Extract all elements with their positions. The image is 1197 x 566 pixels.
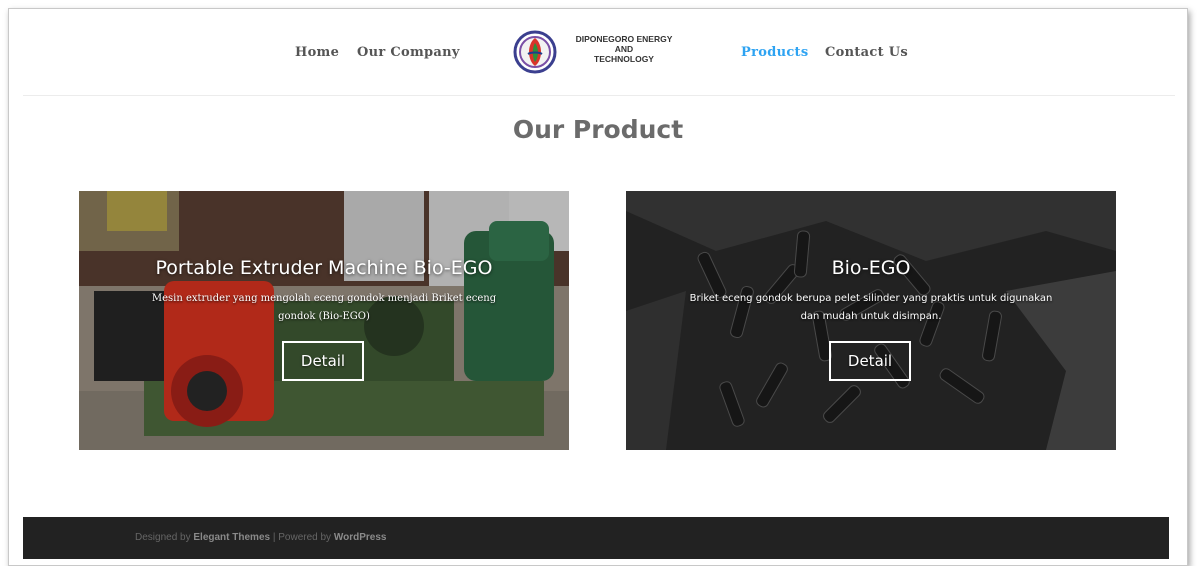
logo-text: DIPONEGORO ENERGY AND TECHNOLOGY: [559, 34, 689, 64]
site-footer: Designed by Elegant Themes | Powered by …: [23, 517, 1169, 559]
page-title: Our Product: [512, 115, 684, 144]
footer-credits: Designed by Elegant Themes | Powered by …: [135, 532, 386, 543]
logo-line-1: DIPONEGORO ENERGY: [575, 34, 673, 44]
nav-home[interactable]: Home: [295, 45, 339, 60]
site-logo[interactable]: DIPONEGORO ENERGY AND TECHNOLOGY: [513, 28, 713, 76]
logo-line-2: AND: [614, 44, 634, 54]
nav-our-company[interactable]: Our Company: [357, 45, 460, 60]
product-description: Mesin extruder yang mengolah eceng gondo…: [151, 293, 497, 322]
product-title: Bio-EGO: [831, 257, 911, 279]
platform-link[interactable]: WordPress: [334, 532, 387, 543]
nav-products[interactable]: Products: [741, 45, 808, 60]
logo-emblem-icon: [513, 30, 557, 74]
powered-by-label: Powered by: [278, 532, 332, 543]
browser-page: Home Our Company DIPONEGORO ENERGY AND T…: [8, 8, 1188, 566]
product-title: Portable Extruder Machine Bio-EGO: [155, 257, 493, 279]
nav-contact-us[interactable]: Contact Us: [825, 45, 908, 60]
footer-separator: |: [272, 532, 276, 543]
designer-link[interactable]: Elegant Themes: [193, 532, 270, 543]
site-header: Home Our Company DIPONEGORO ENERGY AND T…: [23, 9, 1175, 96]
logo-line-3: TECHNOLOGY: [594, 54, 654, 64]
detail-button[interactable]: Detail: [829, 341, 911, 381]
product-description: Briket eceng gondok berupa pelet silinde…: [689, 293, 1053, 322]
product-card-bio-ego: Bio-EGO Briket eceng gondok berupa pelet…: [626, 191, 1116, 450]
detail-button[interactable]: Detail: [282, 341, 364, 381]
designed-by-label: Designed by: [135, 532, 191, 543]
product-card-extruder: Portable Extruder Machine Bio-EGO Mesin …: [79, 191, 569, 450]
